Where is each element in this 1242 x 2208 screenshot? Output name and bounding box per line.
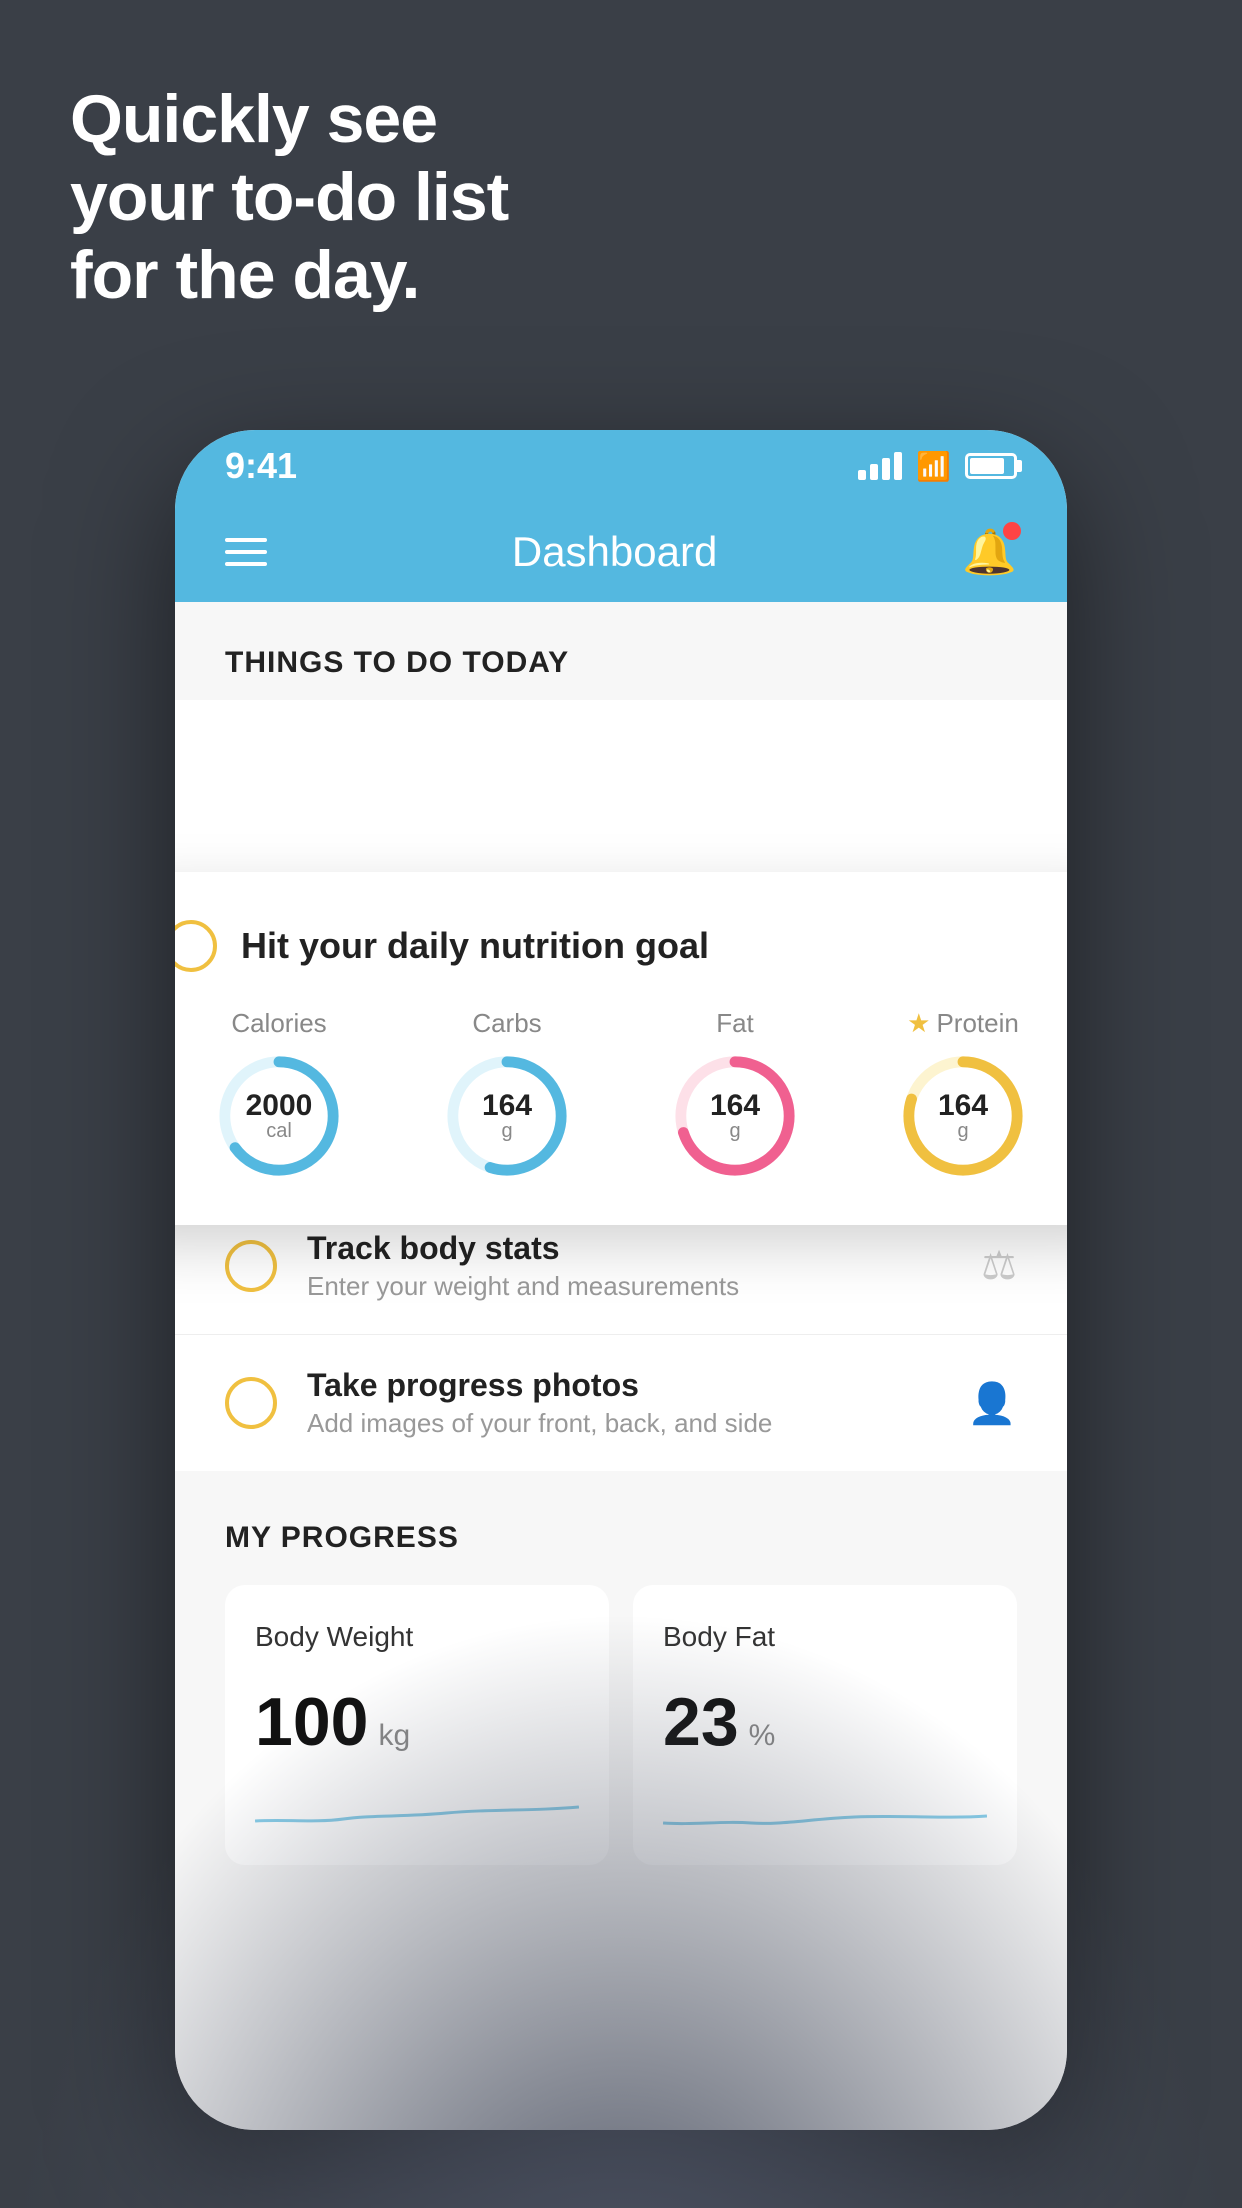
- progress-card-value: 23 %: [663, 1683, 987, 1761]
- hero-line2: your to-do list: [70, 158, 508, 236]
- progress-cards: Body Weight 100 kg Body Fat 23 %: [225, 1585, 1017, 1865]
- progress-number: 23: [663, 1683, 739, 1761]
- ring-text: 164 g: [482, 1091, 532, 1141]
- app-header: Dashboard 🔔: [175, 502, 1067, 602]
- ring-label: Fat: [716, 1008, 754, 1039]
- ring-item-fat: Fat 164 g: [670, 1008, 800, 1181]
- todo-circle-photos: [225, 1377, 277, 1429]
- hero-text: Quickly see your to-do list for the day.: [70, 80, 508, 315]
- ring-container: 164 g: [442, 1051, 572, 1181]
- status-bar: 9:41 📶: [175, 430, 1067, 502]
- status-icons: 📶: [858, 450, 1017, 483]
- battery-icon: [965, 453, 1017, 479]
- todo-item-photos[interactable]: Take progress photos Add images of your …: [175, 1334, 1067, 1471]
- ring-label: Calories: [231, 1008, 326, 1039]
- ring-unit: g: [482, 1121, 532, 1141]
- ring-value: 164: [710, 1091, 760, 1121]
- sparkline: [663, 1781, 987, 1841]
- nutrition-card-title: Hit your daily nutrition goal: [241, 925, 709, 967]
- progress-card-body-fat[interactable]: Body Fat 23 %: [633, 1585, 1017, 1865]
- progress-unit: %: [749, 1719, 776, 1753]
- phone-content-inner: THINGS TO DO TODAY Hit your daily nutrit…: [175, 602, 1067, 1895]
- todo-text-photos: Take progress photos Add images of your …: [307, 1367, 937, 1439]
- wifi-icon: 📶: [916, 450, 951, 483]
- progress-card-body-weight[interactable]: Body Weight 100 kg: [225, 1585, 609, 1865]
- ring-container: 164 g: [898, 1051, 1028, 1181]
- todo-subtitle-body-stats: Enter your weight and measurements: [307, 1271, 951, 1302]
- bell-icon[interactable]: 🔔: [962, 526, 1017, 578]
- ring-text: 164 g: [710, 1091, 760, 1141]
- ring-label: Carbs: [472, 1008, 541, 1039]
- ring-text: 2000 cal: [246, 1091, 313, 1141]
- sparkline: [255, 1781, 579, 1841]
- todo-title-photos: Take progress photos: [307, 1367, 937, 1404]
- ring-unit: g: [938, 1121, 988, 1141]
- things-heading: THINGS TO DO TODAY: [225, 646, 569, 679]
- todo-icon-photos: 👤: [967, 1380, 1017, 1427]
- notification-dot: [1003, 522, 1021, 540]
- ring-unit: cal: [246, 1121, 313, 1141]
- ring-value: 2000: [246, 1091, 313, 1121]
- nutrition-checkbox[interactable]: [175, 920, 217, 972]
- ring-text: 164 g: [938, 1091, 988, 1141]
- card-header: Hit your daily nutrition goal: [175, 920, 1067, 972]
- hamburger-icon[interactable]: [225, 538, 267, 566]
- progress-heading: MY PROGRESS: [225, 1521, 459, 1554]
- ring-label-protein: ★Protein: [907, 1008, 1019, 1039]
- ring-container: 2000 cal: [214, 1051, 344, 1181]
- star-icon: ★: [907, 1008, 930, 1039]
- hero-line3: for the day.: [70, 236, 508, 314]
- todo-icon-body-stats: ⚖: [981, 1243, 1017, 1289]
- progress-card-value: 100 kg: [255, 1683, 579, 1761]
- ring-unit: g: [710, 1121, 760, 1141]
- progress-card-title: Body Weight: [255, 1621, 579, 1653]
- hero-line1: Quickly see: [70, 80, 508, 158]
- todo-title-body-stats: Track body stats: [307, 1230, 951, 1267]
- todo-text-body-stats: Track body stats Enter your weight and m…: [307, 1230, 951, 1302]
- progress-section: MY PROGRESS Body Weight 100 kg Body Fat …: [175, 1471, 1067, 1895]
- ring-item-carbs: Carbs 164 g: [442, 1008, 572, 1181]
- ring-value: 164: [482, 1091, 532, 1121]
- nutrition-card[interactable]: Hit your daily nutrition goal Calories 2…: [175, 872, 1067, 1225]
- ring-container: 164 g: [670, 1051, 800, 1181]
- phone-frame: 9:41 📶 Dashboard 🔔: [175, 430, 1067, 2130]
- things-section: THINGS TO DO TODAY: [175, 602, 1067, 700]
- progress-number: 100: [255, 1683, 368, 1761]
- header-title: Dashboard: [512, 528, 717, 576]
- ring-value: 164: [938, 1091, 988, 1121]
- ring-item-calories: Calories 2000 cal: [214, 1008, 344, 1181]
- phone-content: THINGS TO DO TODAY Hit your daily nutrit…: [175, 602, 1067, 2130]
- progress-card-title: Body Fat: [663, 1621, 987, 1653]
- ring-item-protein: ★Protein 164 g: [898, 1008, 1028, 1181]
- todo-subtitle-photos: Add images of your front, back, and side: [307, 1408, 937, 1439]
- status-time: 9:41: [225, 445, 297, 487]
- nutrition-rings: Calories 2000 cal Carbs 164 g Fat: [175, 1008, 1067, 1181]
- progress-unit: kg: [378, 1719, 410, 1753]
- signal-icon: [858, 452, 902, 480]
- todo-circle-body-stats: [225, 1240, 277, 1292]
